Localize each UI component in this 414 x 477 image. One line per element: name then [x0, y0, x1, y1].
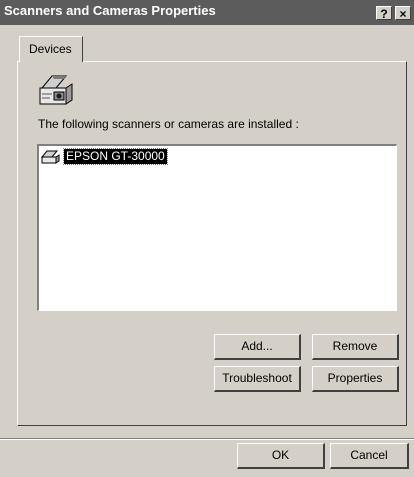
cancel-button[interactable]: Cancel	[330, 443, 409, 469]
add-button[interactable]: Add...	[214, 334, 301, 360]
scanner-icon	[39, 75, 73, 105]
ok-button-label: OK	[271, 448, 290, 462]
remove-button-label: Remove	[332, 339, 378, 353]
remove-button[interactable]: Remove	[312, 334, 399, 360]
properties-button-label: Properties	[327, 371, 383, 385]
scanner-small-icon	[41, 150, 60, 164]
troubleshoot-button[interactable]: Troubleshoot	[214, 366, 301, 392]
device-label: EPSON GT-30000	[63, 148, 168, 165]
properties-dialog: Scanners and Cameras Properties ? × Devi…	[0, 0, 414, 477]
ok-button[interactable]: OK	[237, 443, 325, 469]
properties-button[interactable]: Properties	[312, 366, 399, 392]
footer-separator	[0, 438, 414, 440]
troubleshoot-button-label: Troubleshoot	[222, 371, 292, 385]
title-bar[interactable]: Scanners and Cameras Properties ? ×	[0, 0, 414, 25]
window-title: Scanners and Cameras Properties	[4, 3, 216, 18]
add-button-label: Add...	[241, 339, 273, 353]
cancel-button-label: Cancel	[350, 448, 388, 462]
close-button[interactable]: ×	[395, 6, 411, 21]
installed-devices-caption: The following scanners or cameras are in…	[38, 117, 299, 131]
tab-devices[interactable]: Devices	[19, 36, 83, 62]
device-list[interactable]: EPSON GT-30000	[37, 144, 397, 311]
tab-devices-label: Devices	[29, 42, 72, 56]
help-button[interactable]: ?	[376, 6, 392, 21]
